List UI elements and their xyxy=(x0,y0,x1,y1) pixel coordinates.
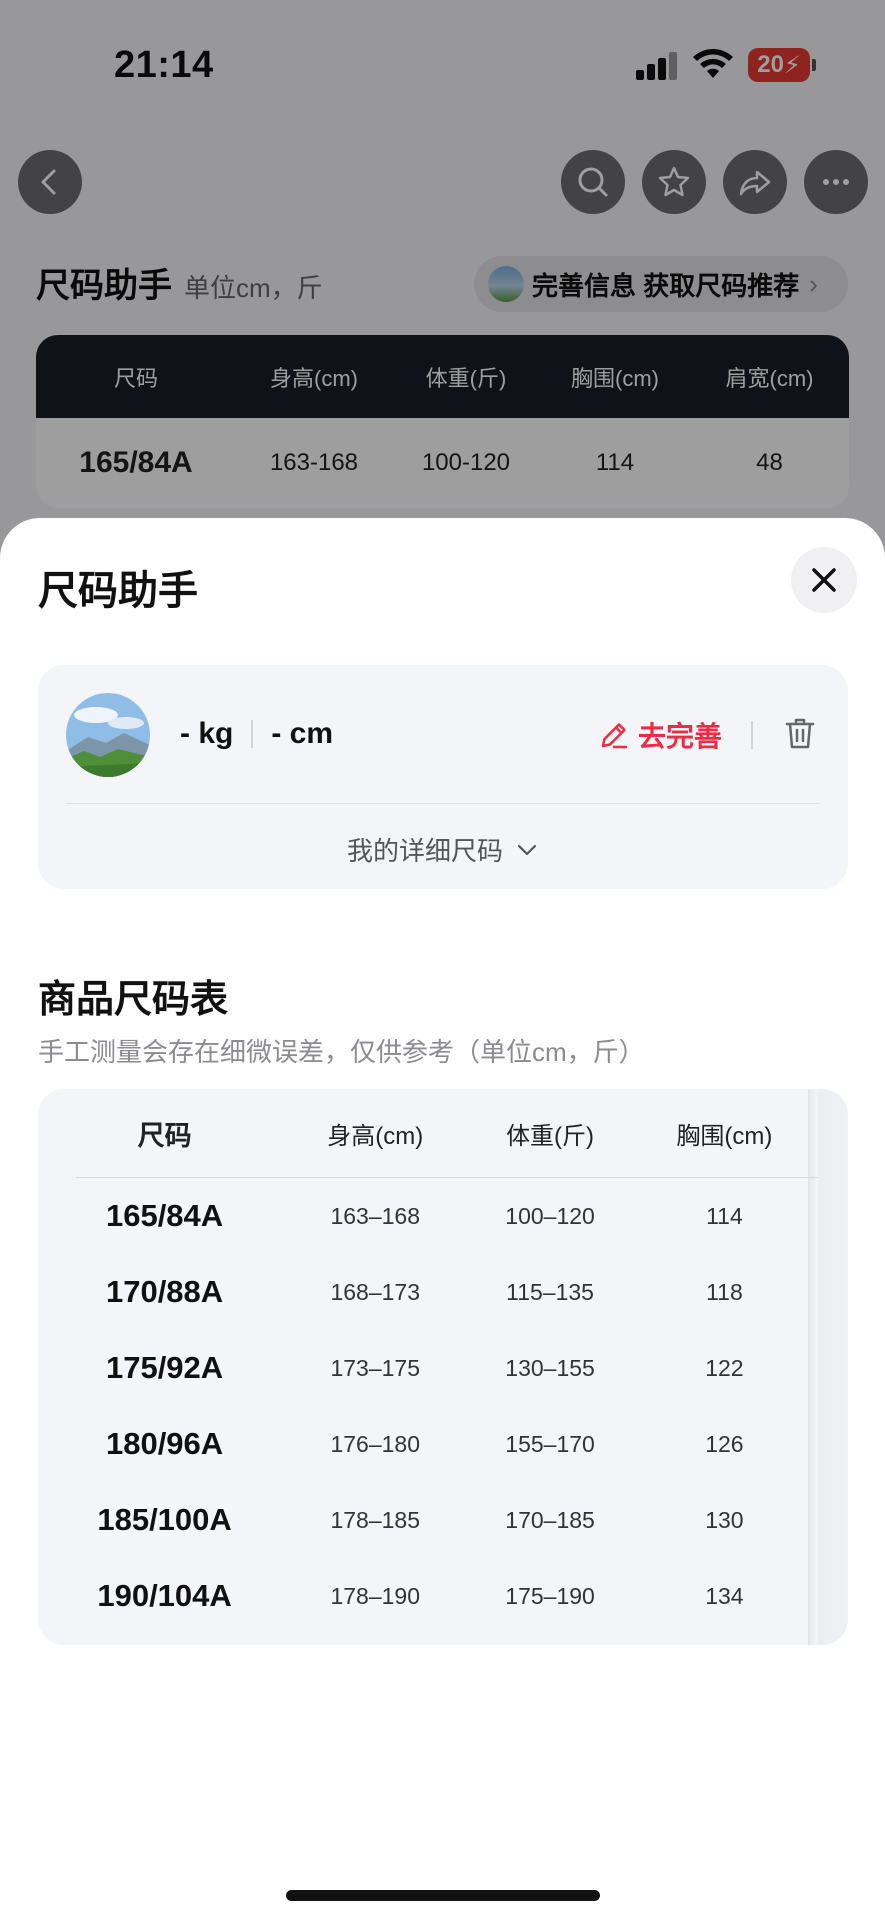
metric-divider xyxy=(251,720,254,748)
cell-size: 190/104A xyxy=(97,1578,232,1613)
cell-weight: 175–190 xyxy=(505,1582,595,1609)
height-value: - cm xyxy=(271,717,334,750)
scroll-overflow-edge xyxy=(808,1089,848,1645)
avatar[interactable] xyxy=(66,693,150,777)
avatar-image xyxy=(66,693,150,777)
detail-size-toggle[interactable]: 我的详细尺码 xyxy=(38,831,848,868)
cell-size: 175/92A xyxy=(105,1350,224,1385)
sheet-title: 尺码助手 xyxy=(38,569,198,613)
complete-profile-button[interactable]: 去完善 xyxy=(598,715,722,755)
cell-chest: 114 xyxy=(706,1202,743,1229)
cell-weight: 115–135 xyxy=(506,1278,594,1305)
cell-size: 165/84A xyxy=(105,1198,224,1233)
size-assistant-sheet: 尺码助手 - kg - cm 去完善 我的详细尺码 商品尺码表 手工测量会存在细… xyxy=(0,518,885,1920)
table-row: 180/96A 176–180 155–170 126 xyxy=(38,1406,808,1482)
cell-chest: 130 xyxy=(705,1506,744,1533)
table-row: 185/100A 178–185 170–185 130 xyxy=(38,1482,808,1558)
cell-size: 180/96A xyxy=(105,1426,224,1461)
table-row: 190/104A 178–190 175–190 134 xyxy=(38,1558,808,1634)
close-button[interactable] xyxy=(791,547,857,613)
header-size: 尺码 xyxy=(137,1121,192,1151)
cell-chest: 126 xyxy=(705,1430,744,1457)
table-row: 170/88A 168–173 115–135 118 xyxy=(38,1254,808,1330)
header-height: 身高(cm) xyxy=(327,1123,424,1150)
cell-height: 173–175 xyxy=(330,1354,420,1381)
detail-label: 我的详细尺码 xyxy=(346,836,503,866)
cell-weight: 155–170 xyxy=(505,1430,595,1457)
edit-icon xyxy=(601,723,628,749)
size-table-subtitle: 手工测量会存在细微误差，仅供参考（单位cm，斤） xyxy=(38,1037,645,1067)
cell-weight: 170–185 xyxy=(505,1506,595,1533)
cell-height: 168–173 xyxy=(330,1278,420,1305)
body-metrics: - kg - cm xyxy=(180,717,333,751)
trash-icon[interactable] xyxy=(782,715,818,751)
weight-value: - kg xyxy=(180,717,234,750)
cell-size: 170/88A xyxy=(105,1274,224,1309)
card-divider xyxy=(751,721,753,749)
cell-height: 178–185 xyxy=(330,1506,420,1533)
table-row: 165/84A 163–168 100–120 114 xyxy=(38,1178,808,1254)
size-table-header: 尺码 身高(cm) 体重(斤) 胸围(cm) xyxy=(38,1089,808,1178)
cell-weight: 100–120 xyxy=(505,1202,595,1229)
size-table-title: 商品尺码表 xyxy=(38,979,229,1021)
close-icon xyxy=(812,568,836,592)
header-weight: 体重(斤) xyxy=(506,1123,595,1150)
cell-chest: 118 xyxy=(706,1278,743,1305)
cell-weight: 130–155 xyxy=(505,1354,595,1381)
edit-label: 去完善 xyxy=(638,721,723,752)
home-indicator[interactable] xyxy=(286,1890,600,1901)
cell-height: 178–190 xyxy=(330,1582,420,1609)
size-table[interactable]: 尺码 身高(cm) 体重(斤) 胸围(cm) 165/84A 163–168 1… xyxy=(38,1089,848,1645)
profile-card: - kg - cm 去完善 我的详细尺码 xyxy=(38,665,848,889)
cell-chest: 134 xyxy=(705,1582,744,1609)
chevron-down-icon xyxy=(517,844,537,855)
cell-height: 163–168 xyxy=(330,1202,420,1229)
card-separator xyxy=(66,803,820,804)
size-table-body: 165/84A 163–168 100–120 114 170/88A 168–… xyxy=(38,1178,808,1634)
header-chest: 胸围(cm) xyxy=(676,1123,773,1150)
cell-chest: 122 xyxy=(705,1354,744,1381)
cell-size: 185/100A xyxy=(97,1502,232,1537)
table-row: 175/92A 173–175 130–155 122 xyxy=(38,1330,808,1406)
cell-height: 176–180 xyxy=(330,1430,420,1457)
